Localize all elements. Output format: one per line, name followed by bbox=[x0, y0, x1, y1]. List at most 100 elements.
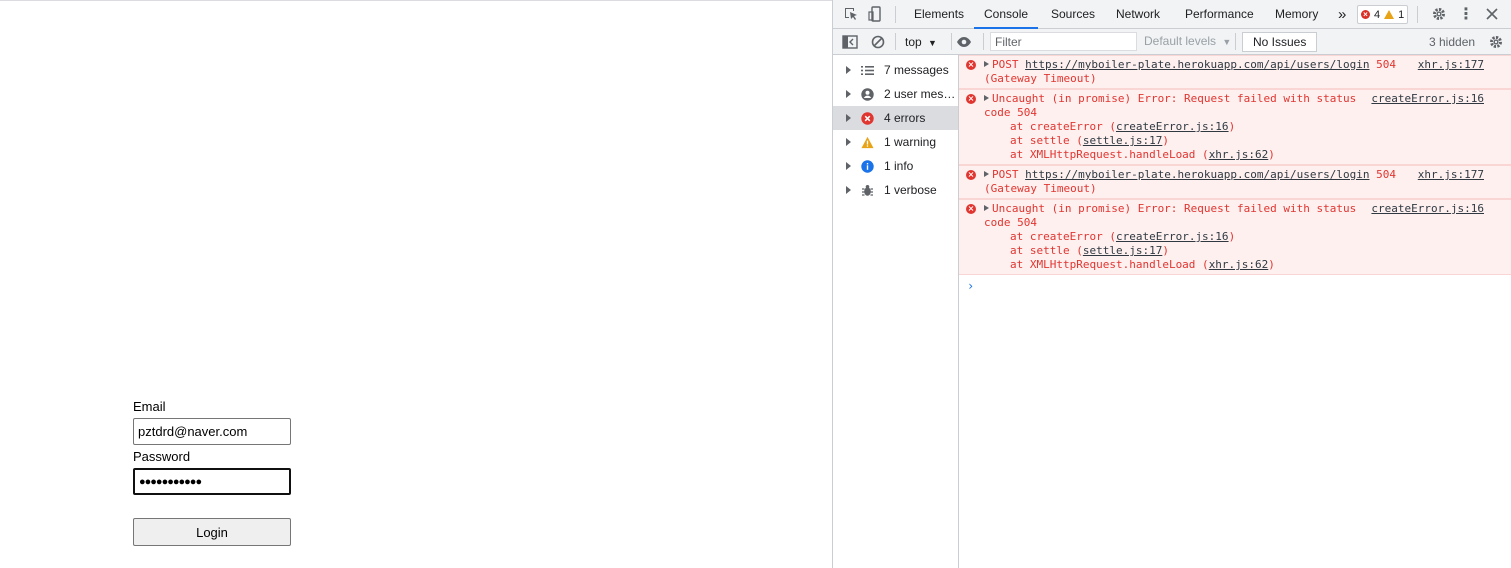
expand-arrow-icon[interactable] bbox=[984, 95, 989, 101]
expand-arrow-icon[interactable] bbox=[846, 90, 851, 98]
list-icon bbox=[861, 64, 874, 77]
context-label: top bbox=[905, 35, 922, 49]
toolbar-divider bbox=[1235, 33, 1236, 50]
http-method: POST bbox=[992, 58, 1019, 71]
expand-arrow-icon[interactable] bbox=[984, 205, 989, 211]
stack-frame-link[interactable]: xhr.js:62 bbox=[1209, 258, 1269, 271]
more-options-icon[interactable]: ⋮ bbox=[1457, 5, 1475, 23]
tab-elements[interactable]: Elements bbox=[913, 0, 965, 28]
expand-arrow-icon[interactable] bbox=[846, 162, 851, 170]
device-toolbar-icon[interactable] bbox=[866, 5, 884, 23]
dropdown-arrow-icon: ▼ bbox=[1222, 37, 1232, 47]
stack-frame-link[interactable]: settle.js:17 bbox=[1083, 244, 1162, 257]
issues-button[interactable]: No Issues bbox=[1242, 32, 1318, 52]
context-selector[interactable]: top ▼ bbox=[905, 35, 937, 49]
console-prompt[interactable]: › bbox=[967, 279, 974, 293]
toolbar-divider bbox=[1417, 6, 1418, 23]
stack-frame: at settle (settle.js:17) bbox=[984, 134, 1484, 148]
http-method: POST bbox=[992, 168, 1019, 181]
sidebar-item[interactable]: 1 verbose bbox=[833, 178, 958, 202]
email-field[interactable] bbox=[133, 418, 291, 445]
sidebar-item[interactable]: 7 messages bbox=[833, 58, 958, 82]
password-field[interactable] bbox=[133, 468, 291, 495]
stack-frame: at settle (settle.js:17) bbox=[984, 244, 1484, 258]
stack-frame: at XMLHttpRequest.handleLoad (xhr.js:62) bbox=[984, 258, 1484, 272]
source-link[interactable]: xhr.js:177 bbox=[1418, 58, 1484, 72]
console-toolbar: top ▼ Default levels ▼ No Issues 3 hidde… bbox=[833, 29, 1511, 55]
sidebar-item-label: 1 warning bbox=[884, 135, 937, 149]
more-tabs-button[interactable]: » bbox=[1337, 0, 1347, 28]
request-url-link[interactable]: https://myboiler-plate.herokuapp.com/api… bbox=[1025, 58, 1369, 71]
error-text: Uncaught (in promise) Error: Request fai… bbox=[992, 92, 1357, 105]
stack-frame-text: ) bbox=[1228, 230, 1236, 243]
expand-arrow-icon[interactable] bbox=[846, 138, 851, 146]
eye-icon[interactable] bbox=[955, 33, 973, 51]
warning-icon bbox=[861, 136, 874, 149]
stack-frame-link[interactable]: settle.js:17 bbox=[1083, 134, 1162, 147]
stack-frame-text: ) bbox=[1228, 120, 1236, 133]
error-text-continued: code 504 bbox=[984, 106, 1037, 119]
tab-sources[interactable]: Sources bbox=[1050, 0, 1096, 28]
sidebar-toggle-icon[interactable] bbox=[841, 33, 859, 51]
source-link[interactable]: createError.js:16 bbox=[1371, 202, 1484, 216]
status-code: 504 bbox=[1376, 58, 1396, 71]
status-detail: (Gateway Timeout) bbox=[984, 182, 1097, 195]
expand-arrow-icon[interactable] bbox=[846, 114, 851, 122]
stack-frame-link[interactable]: xhr.js:62 bbox=[1209, 148, 1269, 161]
close-icon[interactable] bbox=[1483, 5, 1501, 23]
stack-frame-text: ) bbox=[1268, 258, 1275, 271]
message-line: POST https://myboiler-plate.herokuapp.co… bbox=[984, 58, 1484, 72]
log-levels-dropdown[interactable]: Default levels ▼ bbox=[1144, 34, 1231, 48]
info-icon bbox=[861, 159, 874, 173]
source-link[interactable]: xhr.js:177 bbox=[1418, 168, 1484, 182]
devtools-panel: Elements Console Sources Network Performance… bbox=[832, 0, 1511, 568]
stack-frame-text: at XMLHttpRequest.handleLoad ( bbox=[1010, 258, 1209, 271]
filter-input[interactable] bbox=[990, 32, 1137, 51]
warning-count-icon bbox=[1384, 10, 1395, 19]
stack-frame-text: at createError ( bbox=[1010, 120, 1116, 133]
clear-console-icon[interactable] bbox=[869, 33, 887, 51]
sidebar-item[interactable]: 1 info bbox=[833, 154, 958, 178]
email-label: Email bbox=[133, 399, 166, 414]
error-text-continued: code 504 bbox=[984, 216, 1037, 229]
inspect-element-icon[interactable] bbox=[842, 5, 860, 23]
sidebar-item-label: 7 messages bbox=[884, 63, 949, 77]
stack-frame: at createError (createError.js:16) bbox=[984, 230, 1484, 244]
warning-count: 1 bbox=[1398, 8, 1405, 21]
toolbar-divider bbox=[983, 33, 984, 50]
stack-frame-link[interactable]: createError.js:16 bbox=[1116, 120, 1229, 133]
tab-network[interactable]: Network bbox=[1115, 0, 1161, 28]
settings-gear-icon[interactable] bbox=[1430, 5, 1448, 23]
issue-counts-badge[interactable]: × 4 1 bbox=[1357, 5, 1409, 24]
source-link[interactable]: createError.js:16 bbox=[1371, 92, 1484, 106]
error-icon: × bbox=[966, 170, 976, 180]
console-settings-gear-icon[interactable] bbox=[1487, 33, 1505, 51]
expand-arrow-icon[interactable] bbox=[846, 186, 851, 194]
expand-arrow-icon[interactable] bbox=[846, 66, 851, 74]
sidebar-item[interactable]: 4 errors bbox=[833, 106, 958, 130]
login-button[interactable]: Login bbox=[133, 518, 291, 546]
request-url-link[interactable]: https://myboiler-plate.herokuapp.com/api… bbox=[1025, 168, 1369, 181]
tab-memory[interactable]: Memory bbox=[1274, 0, 1319, 28]
bug-icon bbox=[861, 184, 874, 197]
message-line: POST https://myboiler-plate.herokuapp.co… bbox=[984, 168, 1484, 182]
tab-console[interactable]: Console bbox=[974, 0, 1039, 29]
stack-frame-text: ) bbox=[1268, 148, 1275, 161]
console-error-message: × xhr.js:177 POST https://myboiler-plate.h… bbox=[959, 165, 1511, 199]
expand-arrow-icon[interactable] bbox=[984, 171, 989, 177]
sidebar-item-label: 1 info bbox=[884, 159, 914, 173]
sidebar-item[interactable]: 2 user mess... bbox=[833, 82, 958, 106]
dropdown-arrow-icon: ▼ bbox=[928, 38, 937, 48]
sidebar-item[interactable]: 1 warning bbox=[833, 130, 958, 154]
error-icon bbox=[861, 111, 874, 125]
status-detail: (Gateway Timeout) bbox=[984, 72, 1097, 85]
stack-frame-text: at createError ( bbox=[1010, 230, 1116, 243]
stack-frame: at createError (createError.js:16) bbox=[984, 120, 1484, 134]
expand-arrow-icon[interactable] bbox=[984, 61, 989, 67]
password-label: Password bbox=[133, 449, 191, 464]
stack-frame: at XMLHttpRequest.handleLoad (xhr.js:62) bbox=[984, 148, 1484, 162]
stack-frame-link[interactable]: createError.js:16 bbox=[1116, 230, 1229, 243]
console-error-message: × xhr.js:177 POST https://myboiler-plate.h… bbox=[959, 55, 1511, 89]
stack-frame-text: ) bbox=[1162, 134, 1169, 147]
tab-performance[interactable]: Performance bbox=[1184, 0, 1255, 28]
